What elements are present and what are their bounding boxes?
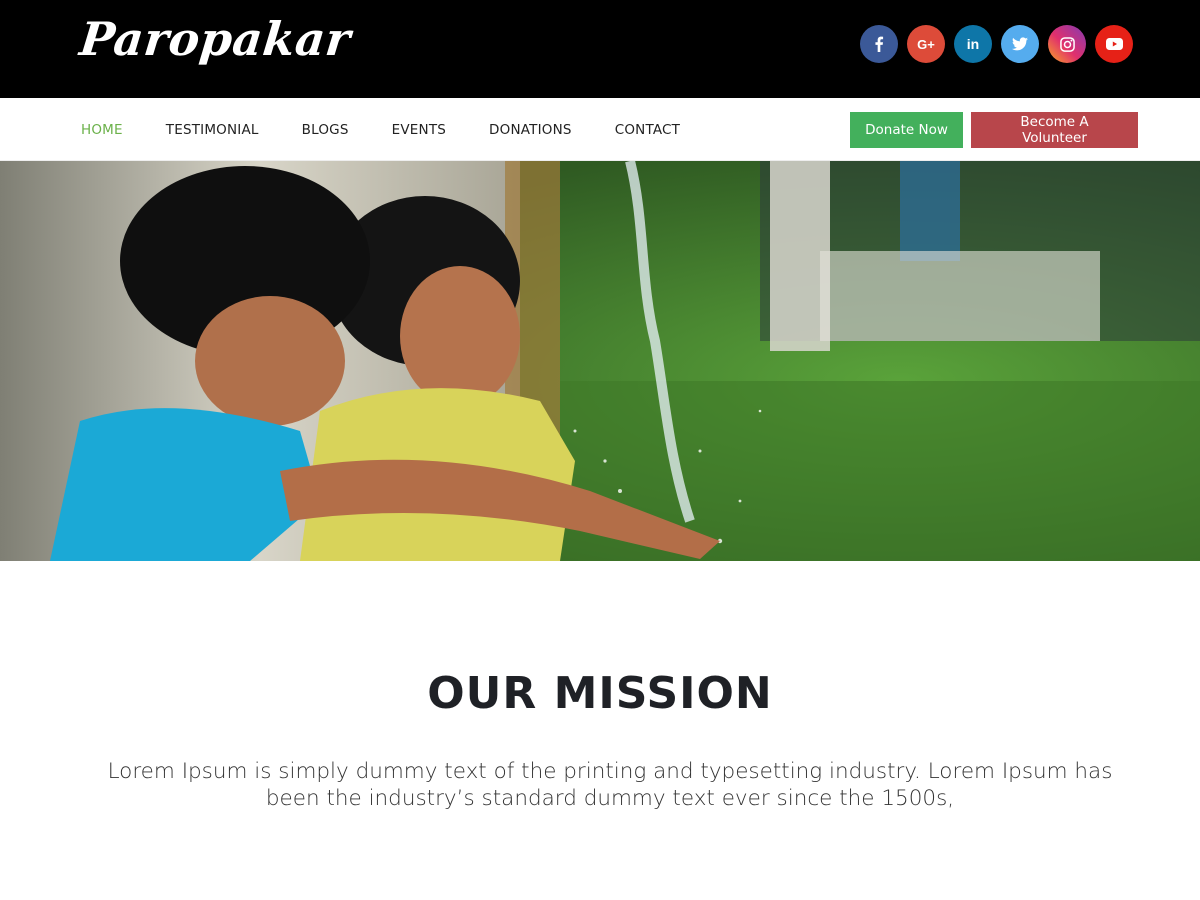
google-plus-icon[interactable]: G+ — [907, 25, 945, 63]
hero-illustration — [0, 161, 1200, 561]
twitter-icon[interactable] — [1001, 25, 1039, 63]
social-links: G+ in — [860, 25, 1133, 63]
nav-link-donations[interactable]: DONATIONS — [489, 122, 572, 138]
nav-link-events[interactable]: EVENTS — [392, 122, 446, 138]
become-volunteer-button[interactable]: Become A Volunteer — [971, 112, 1138, 148]
instagram-icon[interactable] — [1048, 25, 1086, 63]
facebook-icon[interactable] — [860, 25, 898, 63]
hero-image — [0, 161, 1200, 561]
donate-now-button[interactable]: Donate Now — [850, 112, 963, 148]
youtube-icon[interactable] — [1095, 25, 1133, 63]
nav-link-home[interactable]: HOME — [81, 122, 123, 138]
site-logo[interactable]: Paropakar — [77, 12, 353, 66]
nav-link-testimonial[interactable]: TESTIMONIAL — [166, 122, 259, 138]
nav-link-contact[interactable]: CONTACT — [615, 122, 680, 138]
nav-actions: Donate Now Become A Volunteer — [850, 112, 1138, 148]
nav-link-blogs[interactable]: BLOGS — [302, 122, 349, 138]
nav-links: HOME TESTIMONIAL BLOGS EVENTS DONATIONS … — [81, 98, 723, 161]
linkedin-icon[interactable]: in — [954, 25, 992, 63]
mission-text: Lorem Ipsum is simply dummy text of the … — [107, 759, 1113, 811]
main-navbar: HOME TESTIMONIAL BLOGS EVENTS DONATIONS … — [0, 98, 1200, 161]
mission-title: OUR MISSION — [427, 668, 773, 719]
top-header: Paropakar G+ in — [0, 0, 1200, 98]
